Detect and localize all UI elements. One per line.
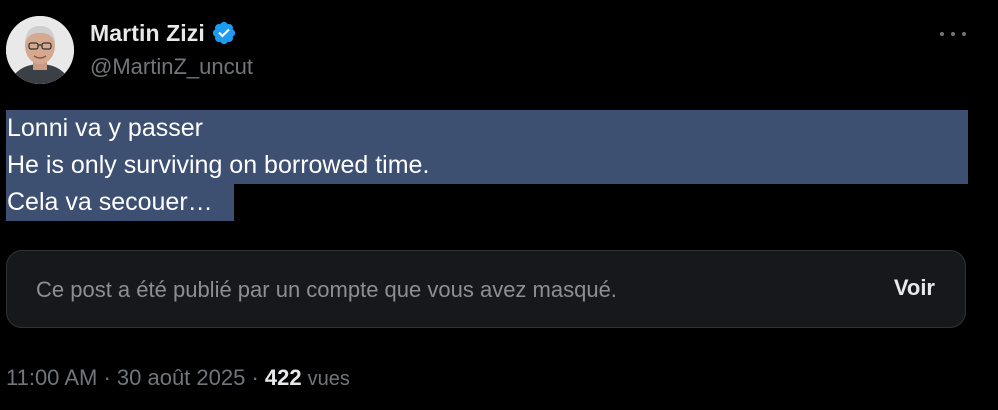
post-line: He is only surviving on borrowed time. [6, 147, 968, 184]
avatar-image [6, 16, 74, 84]
post-metadata: 11:00 AM · 30 août 2025 · 422 vues [6, 365, 350, 391]
post-date[interactable]: 30 août 2025 [117, 365, 245, 391]
post-line-text: Lonni va y passer [6, 110, 968, 147]
hidden-post-message: Ce post a été publié par un compte que v… [36, 277, 617, 302]
tweet: Martin Zizi @MartinZ_uncut Lonni va y pa… [0, 0, 998, 410]
post-line: Cela va secouer… [6, 184, 968, 221]
post-line: Lonni va y passer [6, 110, 968, 147]
meta-separator: · [97, 365, 117, 390]
view-hidden-post-button[interactable]: Voir [894, 275, 935, 301]
post-text: Lonni va y passer He is only surviving o… [6, 110, 968, 221]
author-name-row[interactable]: Martin Zizi [90, 18, 237, 48]
hidden-quoted-post: Ce post a été publié par un compte que v… [6, 250, 966, 328]
view-count: 422 [264, 365, 302, 390]
verified-badge-icon[interactable] [211, 20, 237, 46]
more-options-icon[interactable] [940, 22, 966, 46]
author-handle[interactable]: @MartinZ_uncut [90, 54, 253, 80]
views-label: vues [307, 368, 350, 390]
author-display-name[interactable]: Martin Zizi [90, 20, 205, 47]
post-time[interactable]: 11:00 AM [6, 365, 97, 391]
post-line-text: He is only surviving on borrowed time. [6, 147, 968, 184]
meta-separator: · [245, 365, 265, 390]
post-line-text: Cela va secouer… [6, 184, 234, 221]
avatar[interactable] [6, 16, 74, 84]
